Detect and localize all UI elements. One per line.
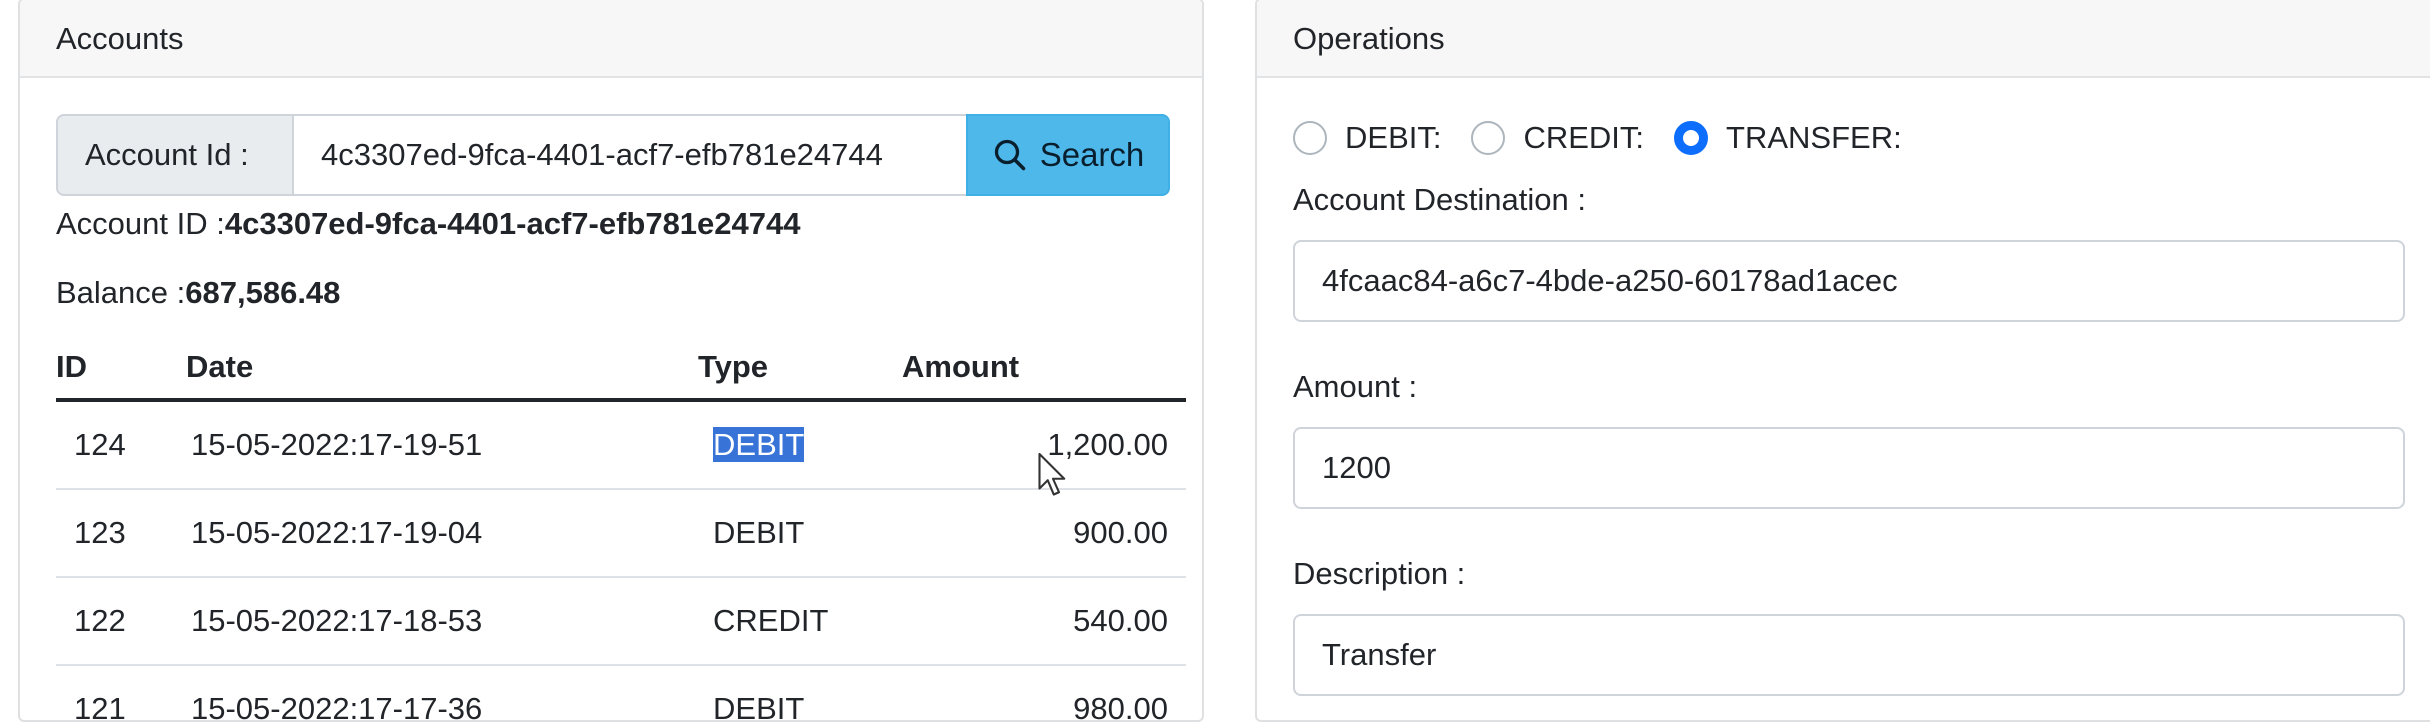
column-header-type: Type: [698, 340, 902, 402]
account-id-value: 4c3307ed-9fca-4401-acf7-efb781e24744: [224, 206, 801, 241]
cell-amount: 540.00: [902, 577, 1186, 666]
operations-header: Operations: [1257, 0, 2430, 78]
column-header-date: Date: [186, 340, 698, 402]
cell-type: DEBIT: [698, 665, 902, 720]
account-id-line: Account ID :4c3307ed-9fca-4401-acf7-efb7…: [56, 206, 801, 242]
account-search-group: Account Id : Search: [56, 114, 1186, 196]
cell-date: 15-05-2022:17-17-36: [186, 665, 698, 720]
table-header-row: ID Date Type Amount: [56, 340, 1186, 402]
cell-id: 121: [56, 665, 186, 720]
radio-debit[interactable]: DEBIT:: [1293, 120, 1441, 156]
accounts-header: Accounts: [20, 0, 1202, 78]
cell-id: 124: [56, 400, 186, 490]
column-header-id: ID: [56, 340, 186, 402]
search-icon: [994, 139, 1026, 171]
account-id-label: Account ID :: [56, 206, 225, 241]
operation-type-radios: DEBIT: CREDIT: TRANSFER:: [1293, 120, 1932, 156]
table-row: 123 15-05-2022:17-19-04 DEBIT 900.00: [56, 489, 1186, 578]
search-button[interactable]: Search: [966, 114, 1170, 196]
account-destination-input[interactable]: [1293, 240, 2405, 322]
cell-type: CREDIT: [698, 577, 902, 666]
column-header-amount: Amount: [902, 340, 1186, 402]
transactions-table: ID Date Type Amount 124 15-05-2022:17-19…: [56, 340, 1186, 720]
balance-label: Balance :: [56, 275, 186, 310]
amount-label: Amount :: [1293, 369, 1418, 404]
cell-id: 122: [56, 577, 186, 666]
operations-card: Operations DEBIT: CREDIT: TRANSFER: Acco…: [1255, 0, 2430, 722]
radio-transfer-label: TRANSFER:: [1726, 120, 1902, 155]
cell-type: DEBIT: [698, 489, 902, 578]
search-button-label: Search: [1039, 136, 1145, 173]
selected-text: DEBIT: [713, 427, 805, 462]
cell-id: 123: [56, 489, 186, 578]
cell-date: 15-05-2022:17-19-04: [186, 489, 698, 578]
radio-transfer-circle[interactable]: [1674, 121, 1709, 155]
account-id-addon: Account Id :: [56, 114, 294, 196]
radio-debit-circle[interactable]: [1293, 121, 1327, 155]
cell-date: 15-05-2022:17-18-53: [186, 577, 698, 666]
cell-amount: 980.00: [902, 665, 1186, 720]
description-label: Description :: [1293, 556, 1466, 591]
cell-amount: 900.00: [902, 489, 1186, 578]
accounts-card: Accounts Account Id : Search Account ID …: [18, 0, 1204, 722]
radio-transfer[interactable]: TRANSFER:: [1674, 120, 1902, 156]
balance-line: Balance :687,586.48: [56, 275, 340, 311]
table-row: 124 15-05-2022:17-19-51 DEBIT 1,200.00: [56, 400, 1186, 490]
description-input[interactable]: [1293, 614, 2405, 696]
account-id-input[interactable]: [294, 114, 966, 196]
radio-credit-circle[interactable]: [1471, 121, 1506, 155]
amount-input[interactable]: [1293, 427, 2405, 509]
cell-type: DEBIT: [698, 400, 902, 490]
balance-value: 687,586.48: [185, 275, 341, 310]
radio-credit[interactable]: CREDIT:: [1471, 120, 1644, 156]
cell-date: 15-05-2022:17-19-51: [186, 400, 698, 490]
table-row: 122 15-05-2022:17-18-53 CREDIT 540.00: [56, 577, 1186, 666]
mouse-pointer-icon: [1038, 452, 1066, 496]
account-destination-label: Account Destination :: [1293, 182, 1586, 217]
radio-debit-label: DEBIT:: [1345, 120, 1442, 155]
table-row: 121 15-05-2022:17-17-36 DEBIT 980.00: [56, 665, 1186, 720]
radio-credit-label: CREDIT:: [1523, 120, 1645, 155]
